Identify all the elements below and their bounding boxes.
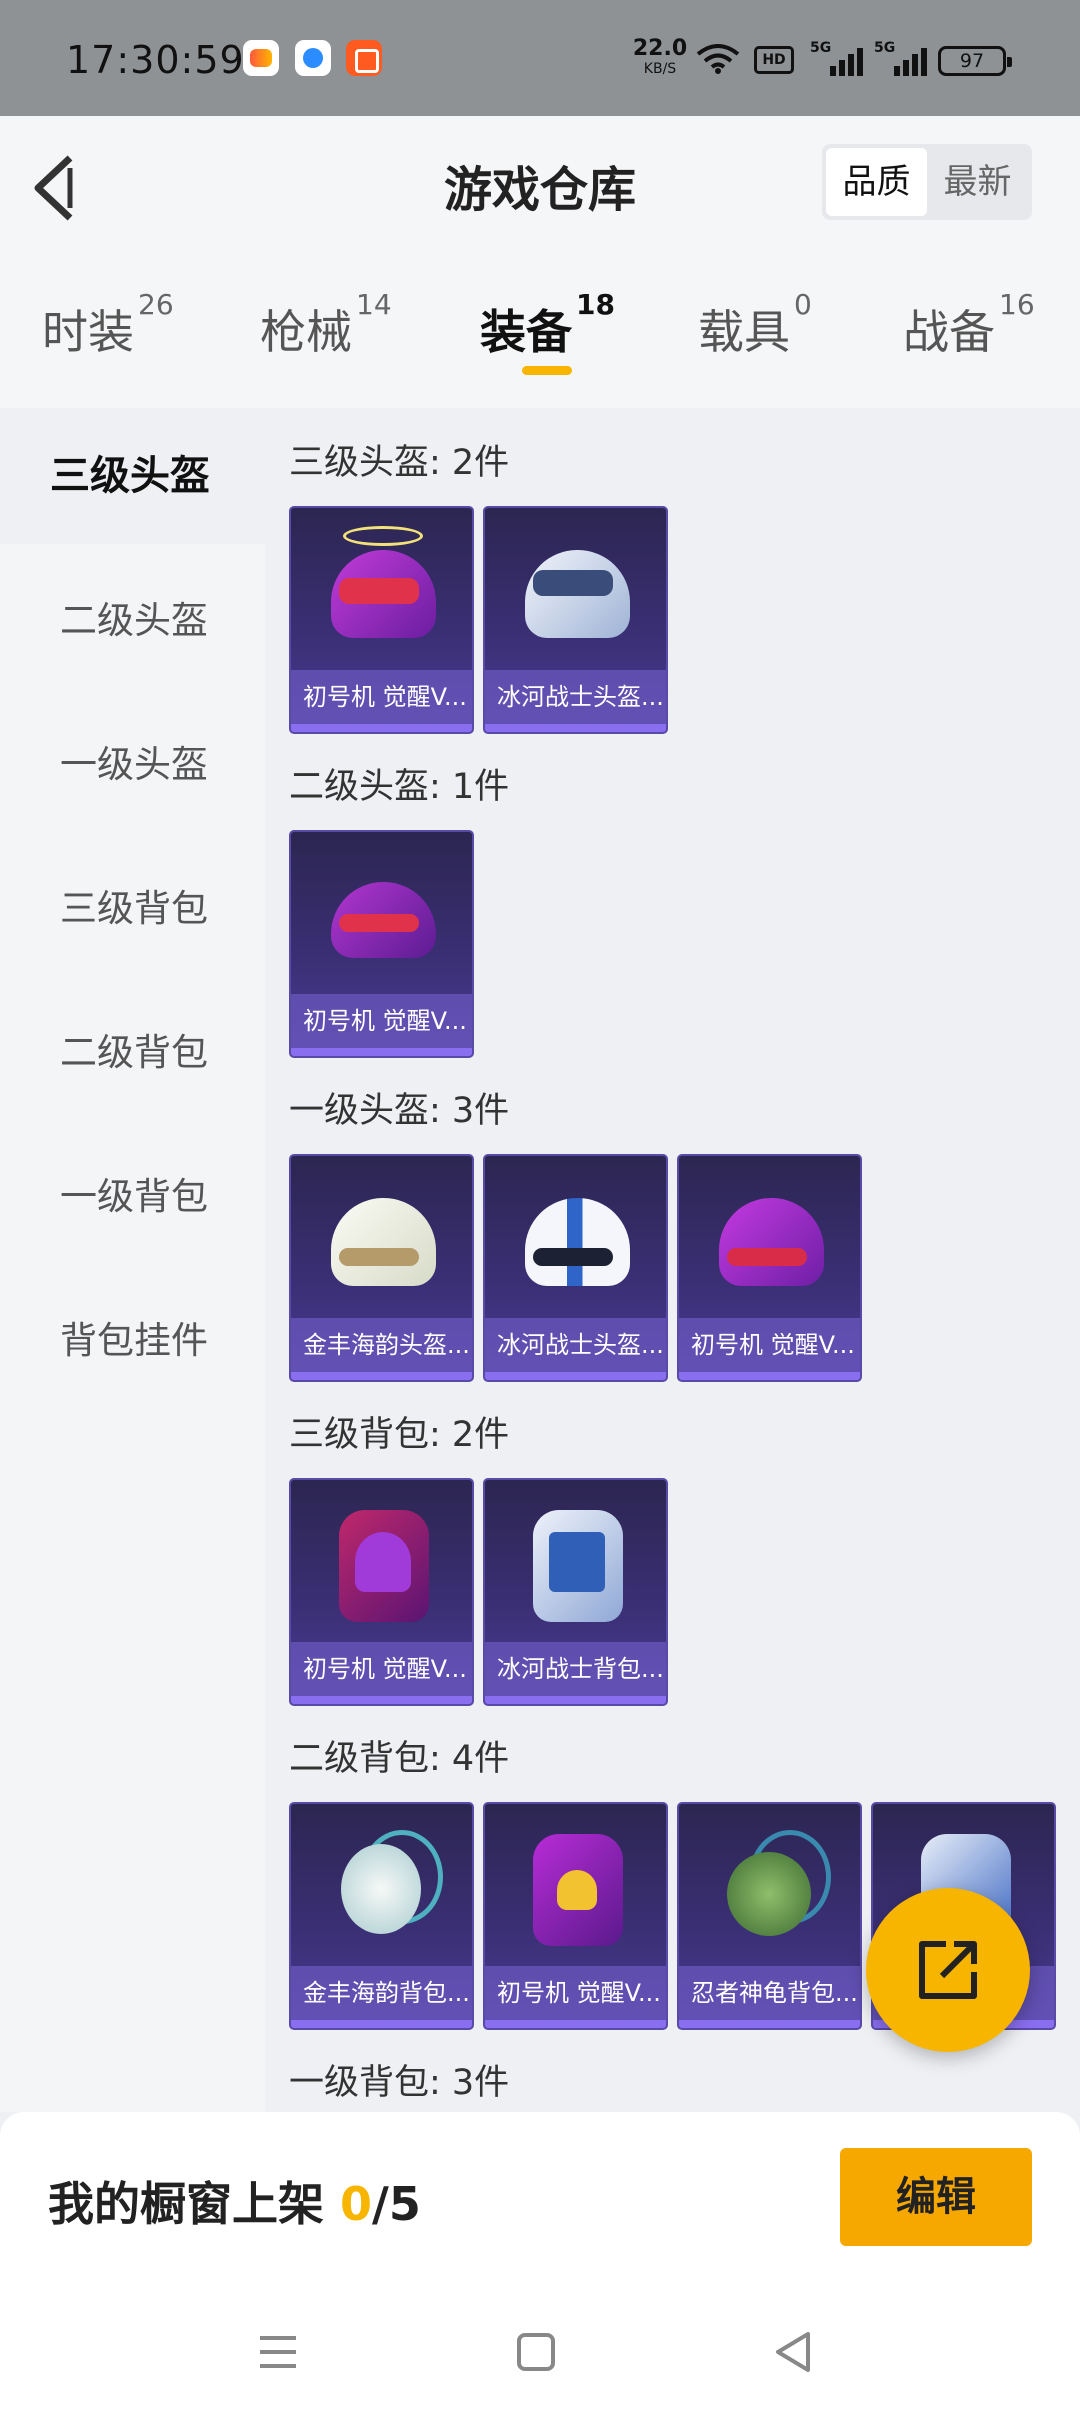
network-speed-value: 22.0 bbox=[632, 36, 688, 61]
item-name: 初号机 觉醒V... bbox=[679, 1318, 860, 1372]
item-name: 金丰海韵背包... bbox=[291, 1966, 472, 2020]
item-card[interactable]: 初号机 觉醒V... bbox=[677, 1154, 862, 1382]
section-title: 二级头盔: 1件 bbox=[289, 767, 510, 807]
sidebar-item-level3-backpack[interactable]: 三级背包 bbox=[0, 841, 265, 977]
purple-backpack-icon bbox=[321, 1502, 446, 1627]
signal-label: 5G bbox=[874, 40, 896, 56]
tab-label: 时装 bbox=[42, 305, 134, 359]
tab-count: 18 bbox=[576, 288, 615, 321]
tab-count: 14 bbox=[356, 288, 392, 321]
page-header: 游戏仓库 品质 最新 时装26 枪械14 装备18 载具0 战备16 bbox=[0, 116, 1080, 408]
showcase-label: 我的橱窗上架 bbox=[48, 2177, 341, 2231]
status-bar: 17:30:59 22.0 KB/S HD 5G 5G 97 bbox=[0, 0, 1080, 116]
wifi-icon bbox=[696, 44, 740, 74]
sidebar-item-level3-helmet[interactable]: 三级头盔 bbox=[0, 408, 265, 544]
active-tab-indicator bbox=[522, 366, 572, 375]
item-card[interactable]: 冰河战士头盔... bbox=[483, 1154, 668, 1382]
item-card[interactable]: 金丰海韵头盔... bbox=[289, 1154, 474, 1382]
item-card[interactable]: 金丰海韵背包... bbox=[289, 1802, 474, 2030]
section-title: 一级头盔: 3件 bbox=[289, 1091, 510, 1131]
item-name: 冰河战士头盔... bbox=[485, 670, 666, 724]
item-name: 冰河战士头盔... bbox=[485, 1318, 666, 1372]
signal-label: 5G bbox=[810, 40, 832, 56]
sidebar: 三级头盔 二级头盔 一级头盔 三级背包 二级背包 一级背包 背包挂件 bbox=[0, 408, 265, 2112]
showcase-status: 我的橱窗上架 0/5 bbox=[48, 2168, 421, 2234]
network-speed: 22.0 KB/S bbox=[632, 36, 688, 77]
item-name: 初号机 觉醒V... bbox=[291, 994, 472, 1048]
item-name: 初号机 觉醒V... bbox=[485, 1966, 666, 2020]
sort-quality-button[interactable]: 品质 bbox=[826, 148, 927, 216]
sort-toggle: 品质 最新 bbox=[822, 144, 1032, 220]
signal-icon: 5G bbox=[810, 40, 863, 76]
tab-label: 战备 bbox=[903, 305, 995, 359]
status-time: 17:30:59 bbox=[66, 38, 245, 82]
item-card[interactable]: 初号机 觉醒V... bbox=[289, 830, 474, 1058]
tab-count: 26 bbox=[138, 288, 174, 321]
tab-supplies[interactable]: 战备16 bbox=[903, 288, 1035, 396]
sidebar-item-level2-helmet[interactable]: 二级头盔 bbox=[0, 553, 265, 689]
purple-helmet-icon bbox=[321, 854, 446, 979]
showcase-bar: 我的橱窗上架 0/5 编辑 bbox=[0, 2112, 1080, 2282]
tab-label: 枪械 bbox=[260, 305, 352, 359]
showcase-total-count: /5 bbox=[372, 2177, 421, 2231]
section-title: 一级背包: 3件 bbox=[289, 2063, 510, 2103]
tab-count: 16 bbox=[999, 288, 1035, 321]
item-card[interactable]: 冰河战士背包... bbox=[483, 1478, 668, 1706]
item-name: 金丰海韵头盔... bbox=[291, 1318, 472, 1372]
item-name: 初号机 觉醒V... bbox=[291, 1642, 472, 1696]
item-card[interactable]: 初号机 觉醒V... bbox=[483, 1802, 668, 2030]
white-helmet-icon bbox=[321, 1178, 446, 1303]
sidebar-item-level2-backpack[interactable]: 二级背包 bbox=[0, 985, 265, 1121]
item-name: 忍者神龟背包... bbox=[679, 1966, 860, 2020]
share-icon bbox=[919, 1941, 977, 1999]
tab-label: 装备 bbox=[480, 305, 572, 359]
sidebar-item-level1-backpack[interactable]: 一级背包 bbox=[0, 1129, 265, 1265]
category-tabs: 时装26 枪械14 装备18 载具0 战备16 bbox=[0, 288, 1080, 396]
item-card[interactable]: 冰河战士头盔... bbox=[483, 506, 668, 734]
sidebar-item-backpack-charm[interactable]: 背包挂件 bbox=[0, 1273, 265, 1409]
menu-icon[interactable] bbox=[248, 2322, 308, 2382]
white-round-backpack-icon bbox=[321, 1826, 446, 1951]
camera-app-icon bbox=[346, 40, 382, 76]
battery-icon: 97 bbox=[938, 46, 1012, 76]
tab-equipment[interactable]: 装备18 bbox=[480, 288, 615, 396]
back-icon[interactable] bbox=[764, 2322, 824, 2382]
sort-latest-button[interactable]: 最新 bbox=[927, 148, 1028, 216]
showcase-current-count: 0 bbox=[340, 2177, 373, 2231]
home-icon[interactable] bbox=[506, 2322, 566, 2382]
ice-warrior-helmet-icon bbox=[515, 530, 640, 655]
system-nav-bar bbox=[0, 2282, 1080, 2412]
section-title: 二级背包: 4件 bbox=[289, 1739, 510, 1779]
turtle-backpack-icon bbox=[709, 1826, 834, 1951]
game-app-icon bbox=[243, 40, 279, 76]
search-app-icon bbox=[295, 40, 331, 76]
tab-fashion[interactable]: 时装26 bbox=[42, 288, 174, 396]
item-grid: 三级头盔: 2件 初号机 觉醒V... 冰河战士头盔... 二级头盔: 1件 初… bbox=[265, 408, 1080, 2112]
item-name: 冰河战士背包... bbox=[485, 1642, 666, 1696]
tab-label: 载具 bbox=[698, 305, 790, 359]
purple-halo-helmet-icon bbox=[321, 526, 446, 655]
purple-backpack-icon bbox=[515, 1826, 640, 1951]
item-card[interactable]: 忍者神龟背包... bbox=[677, 1802, 862, 2030]
hd-icon: HD bbox=[754, 46, 794, 74]
item-card[interactable]: 初号机 觉醒V... bbox=[289, 506, 474, 734]
network-speed-unit: KB/S bbox=[643, 61, 677, 77]
item-card[interactable]: 初号机 觉醒V... bbox=[289, 1478, 474, 1706]
section-title: 三级头盔: 2件 bbox=[289, 443, 510, 483]
section-title: 三级背包: 2件 bbox=[289, 1415, 510, 1455]
tab-vehicles[interactable]: 载具0 bbox=[698, 288, 812, 396]
purple-helmet-icon bbox=[709, 1178, 834, 1303]
ice-warrior-backpack-icon bbox=[515, 1502, 640, 1627]
tab-count: 0 bbox=[794, 288, 812, 321]
blue-white-helmet-icon bbox=[515, 1178, 640, 1303]
signal-icon: 5G bbox=[874, 40, 927, 76]
edit-button[interactable]: 编辑 bbox=[840, 2148, 1032, 2246]
tab-firearms[interactable]: 枪械14 bbox=[260, 288, 392, 396]
share-button[interactable] bbox=[866, 1888, 1030, 2052]
sidebar-item-level1-helmet[interactable]: 一级头盔 bbox=[0, 697, 265, 833]
item-name: 初号机 觉醒V... bbox=[291, 670, 472, 724]
